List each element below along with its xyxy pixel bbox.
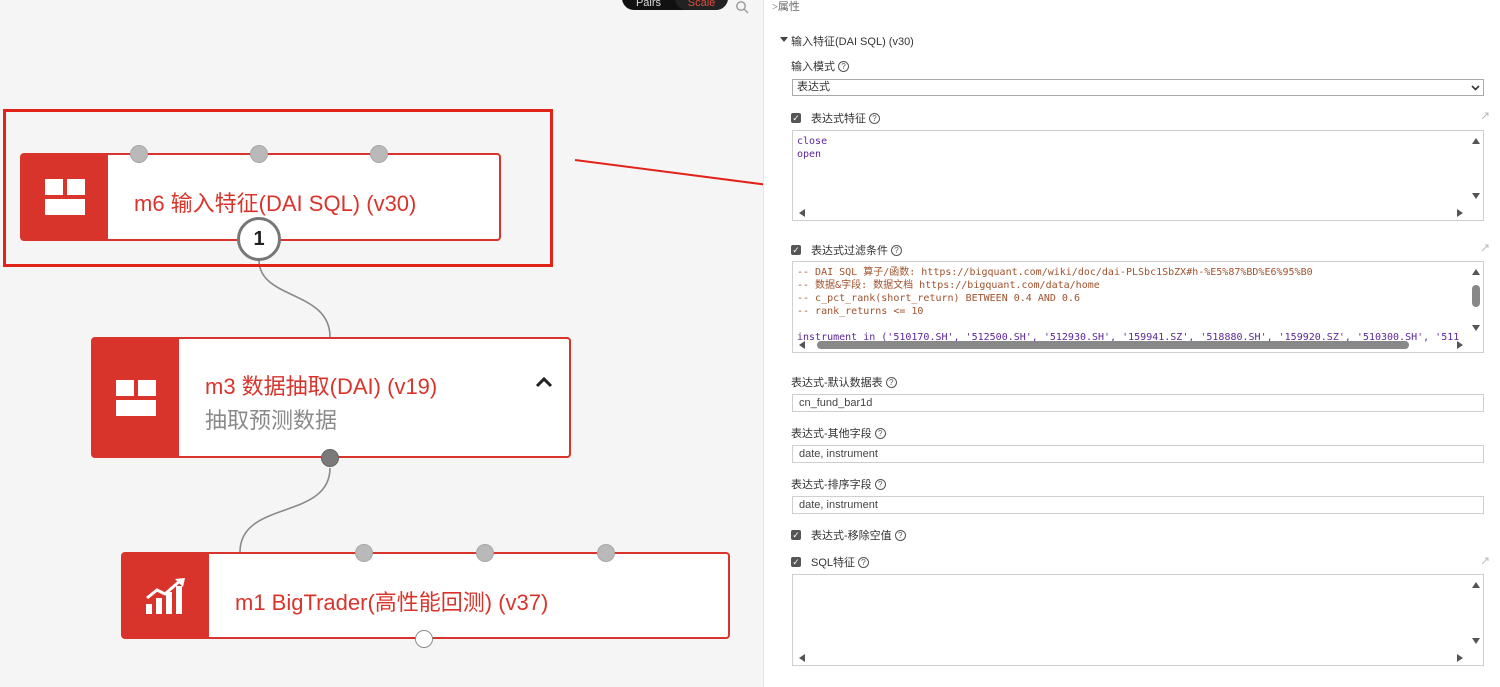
help-icon[interactable]: ?: [874, 427, 886, 439]
help-icon[interactable]: ?: [891, 244, 902, 256]
expr-filter-label: ✓ 表达式过滤条件?: [791, 242, 902, 258]
code-line: -- rank_returns <= 10: [797, 306, 924, 317]
code-line: -- 数据&字段: 数据文档 https://bigquant.com/data…: [797, 280, 1100, 291]
horizontal-scrollbar[interactable]: [793, 651, 1469, 665]
code-line: open: [797, 149, 822, 160]
code-line: close: [797, 136, 828, 147]
code-line: -- DAI SQL 算子/函数: https://bigquant.com/w…: [797, 267, 1313, 278]
sort-fields-label: 表达式-排序字段?: [791, 476, 886, 492]
drop-na-checkbox[interactable]: ✓: [791, 530, 801, 540]
help-icon[interactable]: ?: [894, 529, 906, 541]
sql-features-editor[interactable]: [792, 574, 1484, 666]
help-icon[interactable]: ?: [838, 60, 849, 72]
expr-features-editor[interactable]: close open: [792, 130, 1484, 221]
sql-features-label: ✓ SQL特征?: [791, 554, 870, 570]
help-icon[interactable]: ?: [885, 376, 897, 388]
sql-features-checkbox[interactable]: ✓: [791, 557, 801, 567]
input-mode-label: 输入模式?: [791, 58, 849, 74]
chevron-down-icon: [1471, 85, 1480, 91]
section-title: 输入特征(DAI SQL) (v30): [791, 36, 914, 48]
vertical-scrollbar[interactable]: [1469, 575, 1483, 651]
input-mode-select[interactable]: 表达式: [792, 79, 1484, 96]
panel-title: >属性: [772, 1, 800, 13]
default-table-input[interactable]: cn_fund_bar1d: [792, 394, 1484, 412]
vertical-scrollbar[interactable]: [1469, 262, 1483, 338]
expr-features-label: ✓ 表达式特征?: [791, 110, 880, 126]
other-fields-input[interactable]: date, instrument: [792, 445, 1484, 463]
expand-icon[interactable]: [1480, 556, 1490, 566]
other-fields-label: 表达式-其他字段?: [791, 425, 886, 441]
expand-icon[interactable]: [1480, 111, 1490, 121]
expr-features-checkbox[interactable]: ✓: [791, 113, 801, 123]
horizontal-scrollbar[interactable]: [793, 338, 1469, 352]
help-icon[interactable]: ?: [874, 478, 886, 490]
help-icon[interactable]: ?: [858, 556, 870, 568]
default-table-label: 表达式-默认数据表?: [791, 374, 897, 390]
drop-na-label: ✓ 表达式-移除空值?: [791, 527, 906, 543]
collapse-triangle-icon[interactable]: [780, 37, 788, 42]
horizontal-scrollbar[interactable]: [793, 206, 1469, 220]
expr-filter-checkbox[interactable]: ✓: [791, 245, 801, 255]
sort-fields-input[interactable]: date, instrument: [792, 496, 1484, 514]
expr-filter-editor[interactable]: -- DAI SQL 算子/函数: https://bigquant.com/w…: [792, 261, 1484, 353]
code-line: -- c_pct_rank(short_return) BETWEEN 0.4 …: [797, 293, 1080, 304]
vertical-scrollbar[interactable]: [1469, 131, 1483, 206]
expand-icon[interactable]: [1480, 243, 1490, 253]
help-icon[interactable]: ?: [869, 112, 880, 124]
properties-panel: >属性 输入特征(DAI SQL) (v30) 输入模式? 表达式 ✓ 表达式特…: [763, 0, 1500, 687]
